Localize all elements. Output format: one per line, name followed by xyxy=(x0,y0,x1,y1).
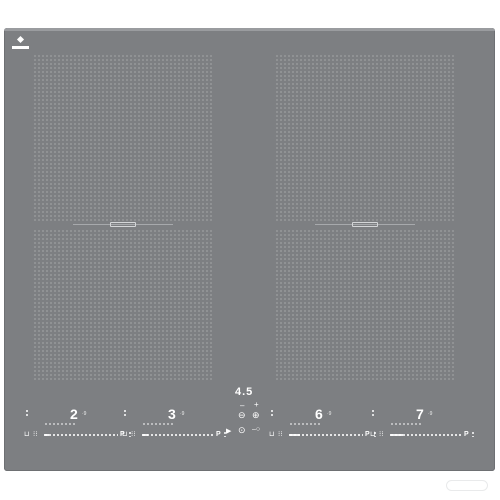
flex-zone-divider-right xyxy=(275,222,455,227)
zone-controls-1: 2·9 ⊔ ⁝⁝ P xyxy=(24,403,131,443)
pot-icon[interactable]: ⊔ xyxy=(370,431,375,438)
zone-end-indicator xyxy=(224,431,226,437)
cooking-zone-front-left[interactable] xyxy=(33,54,213,221)
zone-power-level: 6 xyxy=(315,406,324,422)
power-slider[interactable] xyxy=(44,434,118,436)
zone-power-level: 3 xyxy=(168,406,177,422)
zone-controls-3: 6·9 ⊔ ⁝⁝ P xyxy=(269,403,376,443)
bridge-icon xyxy=(12,35,30,50)
zone-power-level: 2 xyxy=(70,406,79,422)
zone-level-suffix: ·9 xyxy=(180,411,185,417)
booster-badge-label: Booster xyxy=(453,482,474,488)
power-slider-fill xyxy=(390,434,403,436)
flex-icon[interactable]: ⁝⁝ xyxy=(131,431,135,438)
cooking-zone-front-right[interactable] xyxy=(275,54,455,221)
zone-controls-4: 7·9 ⊔ ⁝⁝ P xyxy=(370,403,474,443)
zone-end-indicator xyxy=(472,431,474,437)
boost-p-button[interactable]: P xyxy=(464,431,469,438)
zone-power-level: 7 xyxy=(416,406,425,422)
zone-select-indicator[interactable] xyxy=(26,409,28,418)
zone-select-indicator[interactable] xyxy=(372,409,374,418)
child-lock-icon[interactable]: ⊙ xyxy=(238,425,246,436)
flex-icon[interactable]: ⁝⁝ xyxy=(33,431,37,438)
pot-icon[interactable]: ⊔ xyxy=(269,431,274,438)
pot-icon[interactable]: ⊔ xyxy=(122,431,127,438)
zone-guide-dots xyxy=(142,423,174,425)
play-pause-icon[interactable]: ▶ xyxy=(226,427,231,435)
zone-guide-dots xyxy=(390,423,422,425)
zone-controls-2: 3·9 ⊔ ⁝⁝ P xyxy=(122,403,226,443)
booster-badge: Booster xyxy=(446,480,488,491)
zone-level-suffix: ·9 xyxy=(82,411,87,417)
flex-icon[interactable]: ⁝⁝ xyxy=(379,431,383,438)
zone-level-suffix: ·9 xyxy=(428,411,433,417)
zone-level-suffix: ·9 xyxy=(327,411,332,417)
power-slider-fill xyxy=(44,434,49,436)
cooking-zone-rear-left[interactable] xyxy=(33,229,213,380)
timer-minus-button[interactable]: – xyxy=(240,401,244,410)
cooking-zone-rear-right[interactable] xyxy=(275,229,455,380)
top-bevel xyxy=(4,28,495,31)
zone-select-indicator[interactable] xyxy=(271,409,273,418)
power-icon[interactable]: –○ xyxy=(252,426,260,433)
brand-name: MAUNFELD xyxy=(30,479,83,489)
boost-p-button[interactable]: P xyxy=(216,431,221,438)
brand-mark-icon xyxy=(16,481,27,489)
flex-zone-divider-left xyxy=(33,222,213,227)
induction-hob-surface: 4.5 – + ⊖ ⊕ ▶ ⊙ –○ MAUNFELD Booster 2·9 ⊔… xyxy=(4,28,495,491)
flex-icon[interactable]: ⁝⁝ xyxy=(278,431,282,438)
zone-guide-dots xyxy=(44,423,76,425)
timer-plus-icon[interactable]: ⊕ xyxy=(252,410,260,421)
pot-icon[interactable]: ⊔ xyxy=(24,431,29,438)
power-slider[interactable] xyxy=(289,434,363,436)
boost-p-button[interactable]: P xyxy=(365,431,370,438)
timer-display: 4.5 xyxy=(235,386,254,398)
zone-select-indicator[interactable] xyxy=(124,409,126,418)
timer-plus-button[interactable]: + xyxy=(254,400,259,409)
power-slider-fill xyxy=(142,434,148,436)
power-slider-fill xyxy=(289,434,300,436)
zone-guide-dots xyxy=(289,423,321,425)
timer-minus-icon[interactable]: ⊖ xyxy=(238,410,246,421)
power-slider[interactable] xyxy=(142,434,214,436)
